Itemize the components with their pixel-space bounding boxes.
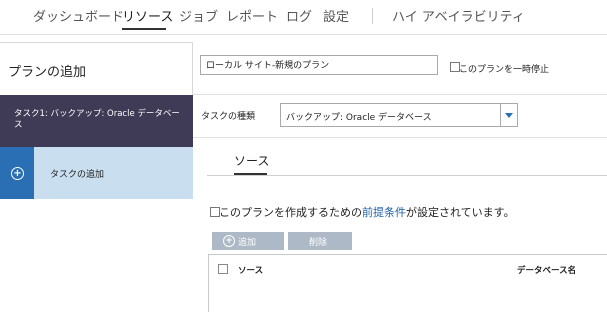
active-tab-underline [234, 173, 267, 175]
top-navigation: ダッシュボード リソース ジョブ レポート ログ 設定 ハイ アベイラビリティ [0, 0, 607, 35]
nav-dashboard[interactable]: ダッシュボード [33, 6, 124, 25]
sidebar-task-1[interactable]: タスク1: バックアップ: Oracle データベース [0, 95, 193, 147]
add-source-label: 追加 [238, 238, 257, 248]
pause-plan-label: このプランを一時停止 [459, 65, 550, 75]
tab-source[interactable]: ソース [234, 152, 269, 169]
task-type-label: タスクの種類 [201, 112, 256, 122]
task-type-dropdown-button[interactable] [500, 104, 517, 126]
nav-resources[interactable]: リソース [122, 6, 173, 25]
add-task-icon-box: + [0, 147, 34, 199]
column-header-database-name[interactable]: データベース名 [517, 264, 576, 276]
plan-sidebar: プランの追加 タスク1: バックアップ: Oracle データベース + タスク… [0, 42, 193, 199]
prerequisite-link[interactable]: 前提条件 [362, 206, 406, 219]
column-header-source[interactable]: ソース [238, 264, 263, 276]
delete-source-label: 削除 [309, 238, 328, 248]
prerequisite-text-before: このプランを作成するための [219, 206, 362, 219]
nav-active-underline [122, 28, 166, 30]
nav-logs[interactable]: ログ [286, 6, 312, 25]
nav-jobs[interactable]: ジョブ [179, 6, 218, 25]
plus-circle-icon: + [11, 167, 24, 180]
task-type-value: バックアップ: Oracle データベース [286, 113, 432, 123]
nav-reports[interactable]: レポート [226, 6, 278, 25]
plus-circle-icon: + [223, 235, 235, 247]
tabs-baseline [207, 175, 607, 176]
task-type-select[interactable]: バックアップ: Oracle データベース [280, 103, 518, 127]
nav-settings[interactable]: 設定 [323, 6, 349, 25]
select-all-checkbox[interactable] [218, 264, 228, 274]
divider [193, 94, 607, 95]
sidebar-task-label: タスク1: バックアップ: Oracle データベース [14, 109, 180, 130]
dropdown-arrow-icon [505, 113, 513, 118]
plan-title: プランの追加 [8, 65, 87, 80]
prerequisite-text-after: が設定されています。 [406, 206, 515, 219]
plan-name-input[interactable]: ローカル サイト-新規のプラン [200, 55, 438, 75]
prerequisite-text: このプランを作成するための前提条件が設定されています。 [219, 204, 515, 220]
divider [193, 137, 607, 138]
delete-source-button[interactable]: 削除 [288, 232, 352, 250]
add-source-button[interactable]: + 追加 [212, 232, 284, 250]
add-task-label: タスクの追加 [50, 170, 105, 180]
nav-high-availability[interactable]: ハイ アベイラビリティ [392, 6, 525, 25]
nav-separator [372, 8, 373, 24]
add-task-button[interactable]: + タスクの追加 [0, 147, 193, 199]
source-table: ソース データベース名 [208, 254, 607, 312]
